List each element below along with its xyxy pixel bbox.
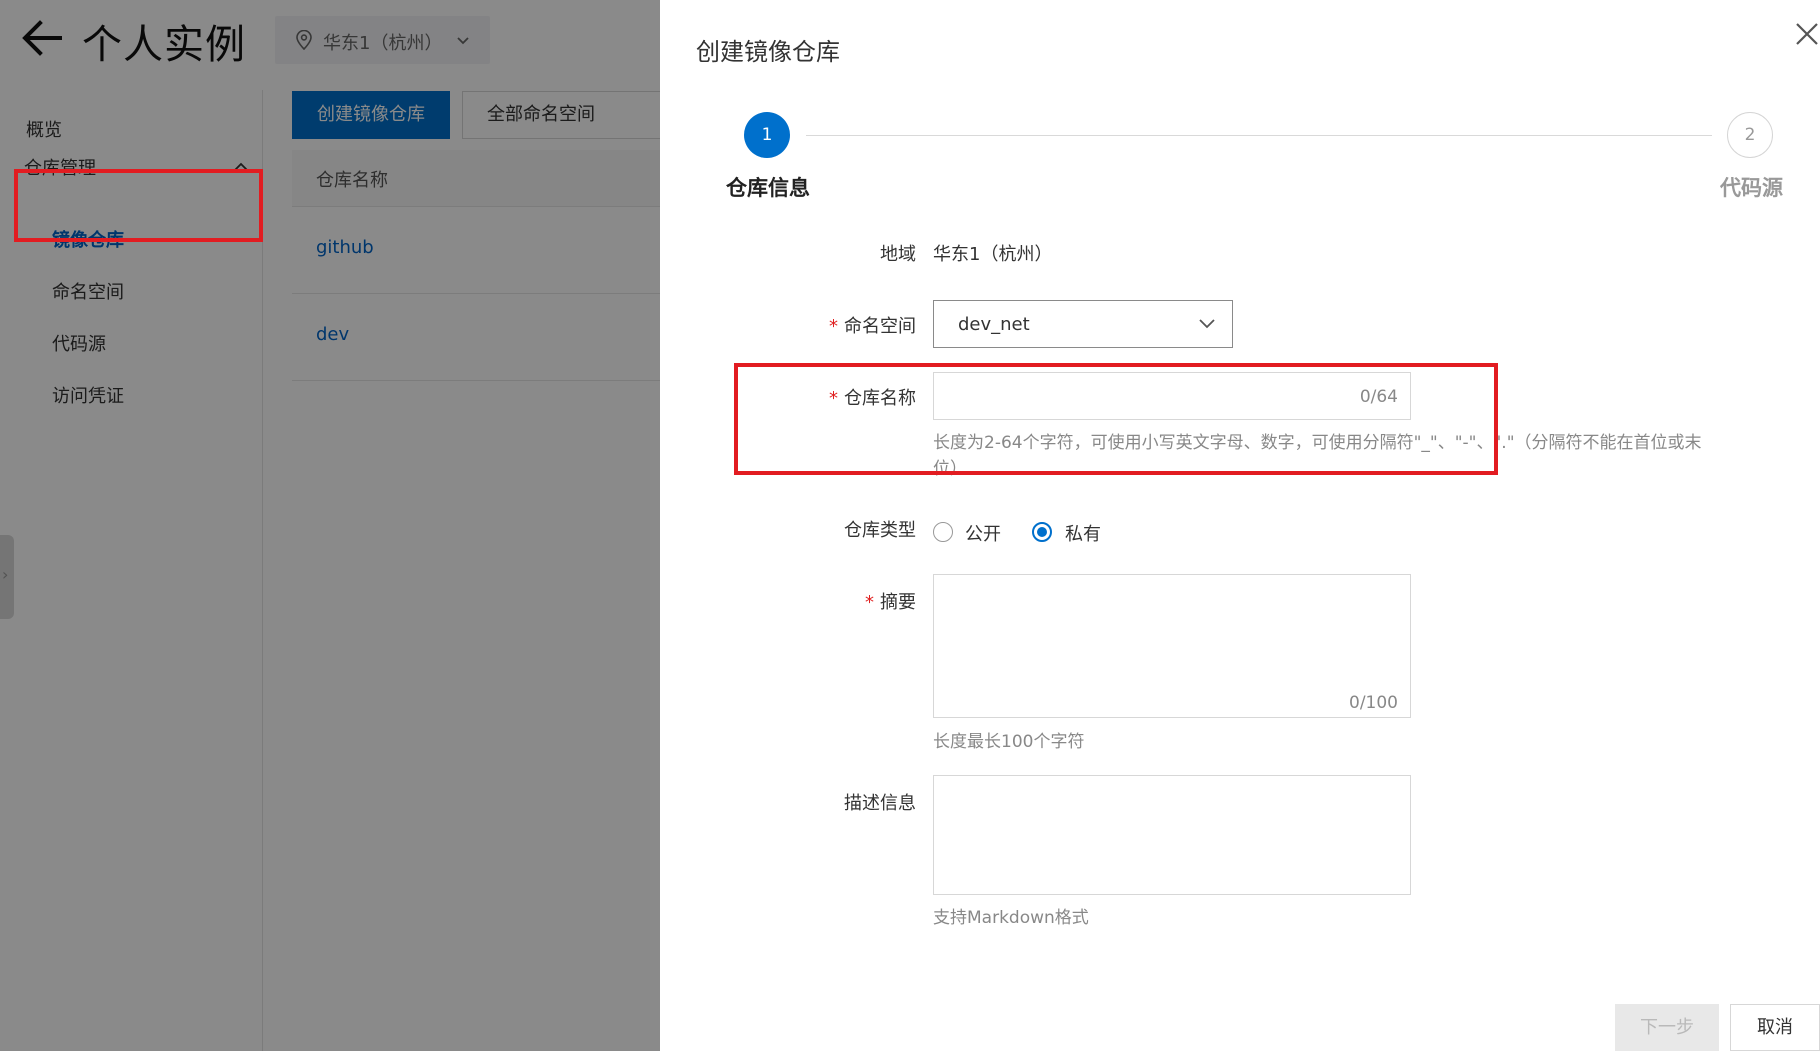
chevron-down-icon — [1199, 319, 1215, 329]
namespace-select[interactable]: dev_net — [933, 300, 1233, 348]
region-label: 地域 — [716, 240, 916, 266]
step-2-indicator: 2 — [1727, 112, 1773, 158]
step-1-label: 仓库信息 — [726, 176, 810, 200]
summary-textarea[interactable] — [934, 575, 1410, 717]
namespace-select-value: dev_net — [958, 314, 1030, 335]
summary-hint: 长度最长100个字符 — [933, 732, 1085, 752]
radio-public[interactable] — [933, 522, 953, 542]
step-1-indicator: 1 — [744, 112, 790, 158]
cancel-button[interactable]: 取消 — [1730, 1004, 1820, 1051]
required-asterisk: * — [865, 592, 874, 613]
radio-private[interactable] — [1032, 522, 1052, 542]
required-asterisk: * — [829, 316, 838, 337]
summary-label: * 摘要 — [716, 588, 916, 614]
description-textarea[interactable] — [934, 776, 1410, 894]
radio-public-label[interactable]: 公开 — [965, 520, 1001, 546]
modal-overlay[interactable] — [0, 0, 660, 1051]
create-repo-drawer: 创建镜像仓库 1 2 仓库信息 代码源 地域 华东1（杭州） * 命名空间 dev… — [660, 0, 1820, 1051]
step-connector-line — [806, 135, 1712, 136]
description-hint: 支持Markdown格式 — [933, 908, 1089, 928]
description-label: 描述信息 — [716, 789, 916, 815]
repo-type-label-text: 仓库类型 — [844, 520, 916, 541]
summary-counter: 0/100 — [1349, 693, 1398, 713]
summary-label-text: 摘要 — [880, 592, 916, 613]
summary-textarea-wrapper: 0/100 — [933, 574, 1411, 718]
repo-type-label: 仓库类型 — [716, 516, 916, 542]
step-2-label: 代码源 — [1720, 176, 1783, 200]
region-value: 华东1（杭州） — [933, 244, 1053, 265]
close-icon[interactable] — [1793, 20, 1820, 48]
description-textarea-wrapper — [933, 775, 1411, 895]
highlight-box-sidebar — [14, 169, 263, 242]
description-label-text: 描述信息 — [844, 793, 916, 814]
highlight-box-repo-name — [734, 363, 1498, 475]
next-step-button[interactable]: 下一步 — [1615, 1004, 1719, 1051]
drawer-title: 创建镜像仓库 — [696, 38, 840, 66]
namespace-label: * 命名空间 — [716, 312, 916, 338]
radio-private-label[interactable]: 私有 — [1065, 520, 1101, 546]
region-label-text: 地域 — [880, 244, 916, 265]
namespace-label-text: 命名空间 — [844, 316, 916, 337]
